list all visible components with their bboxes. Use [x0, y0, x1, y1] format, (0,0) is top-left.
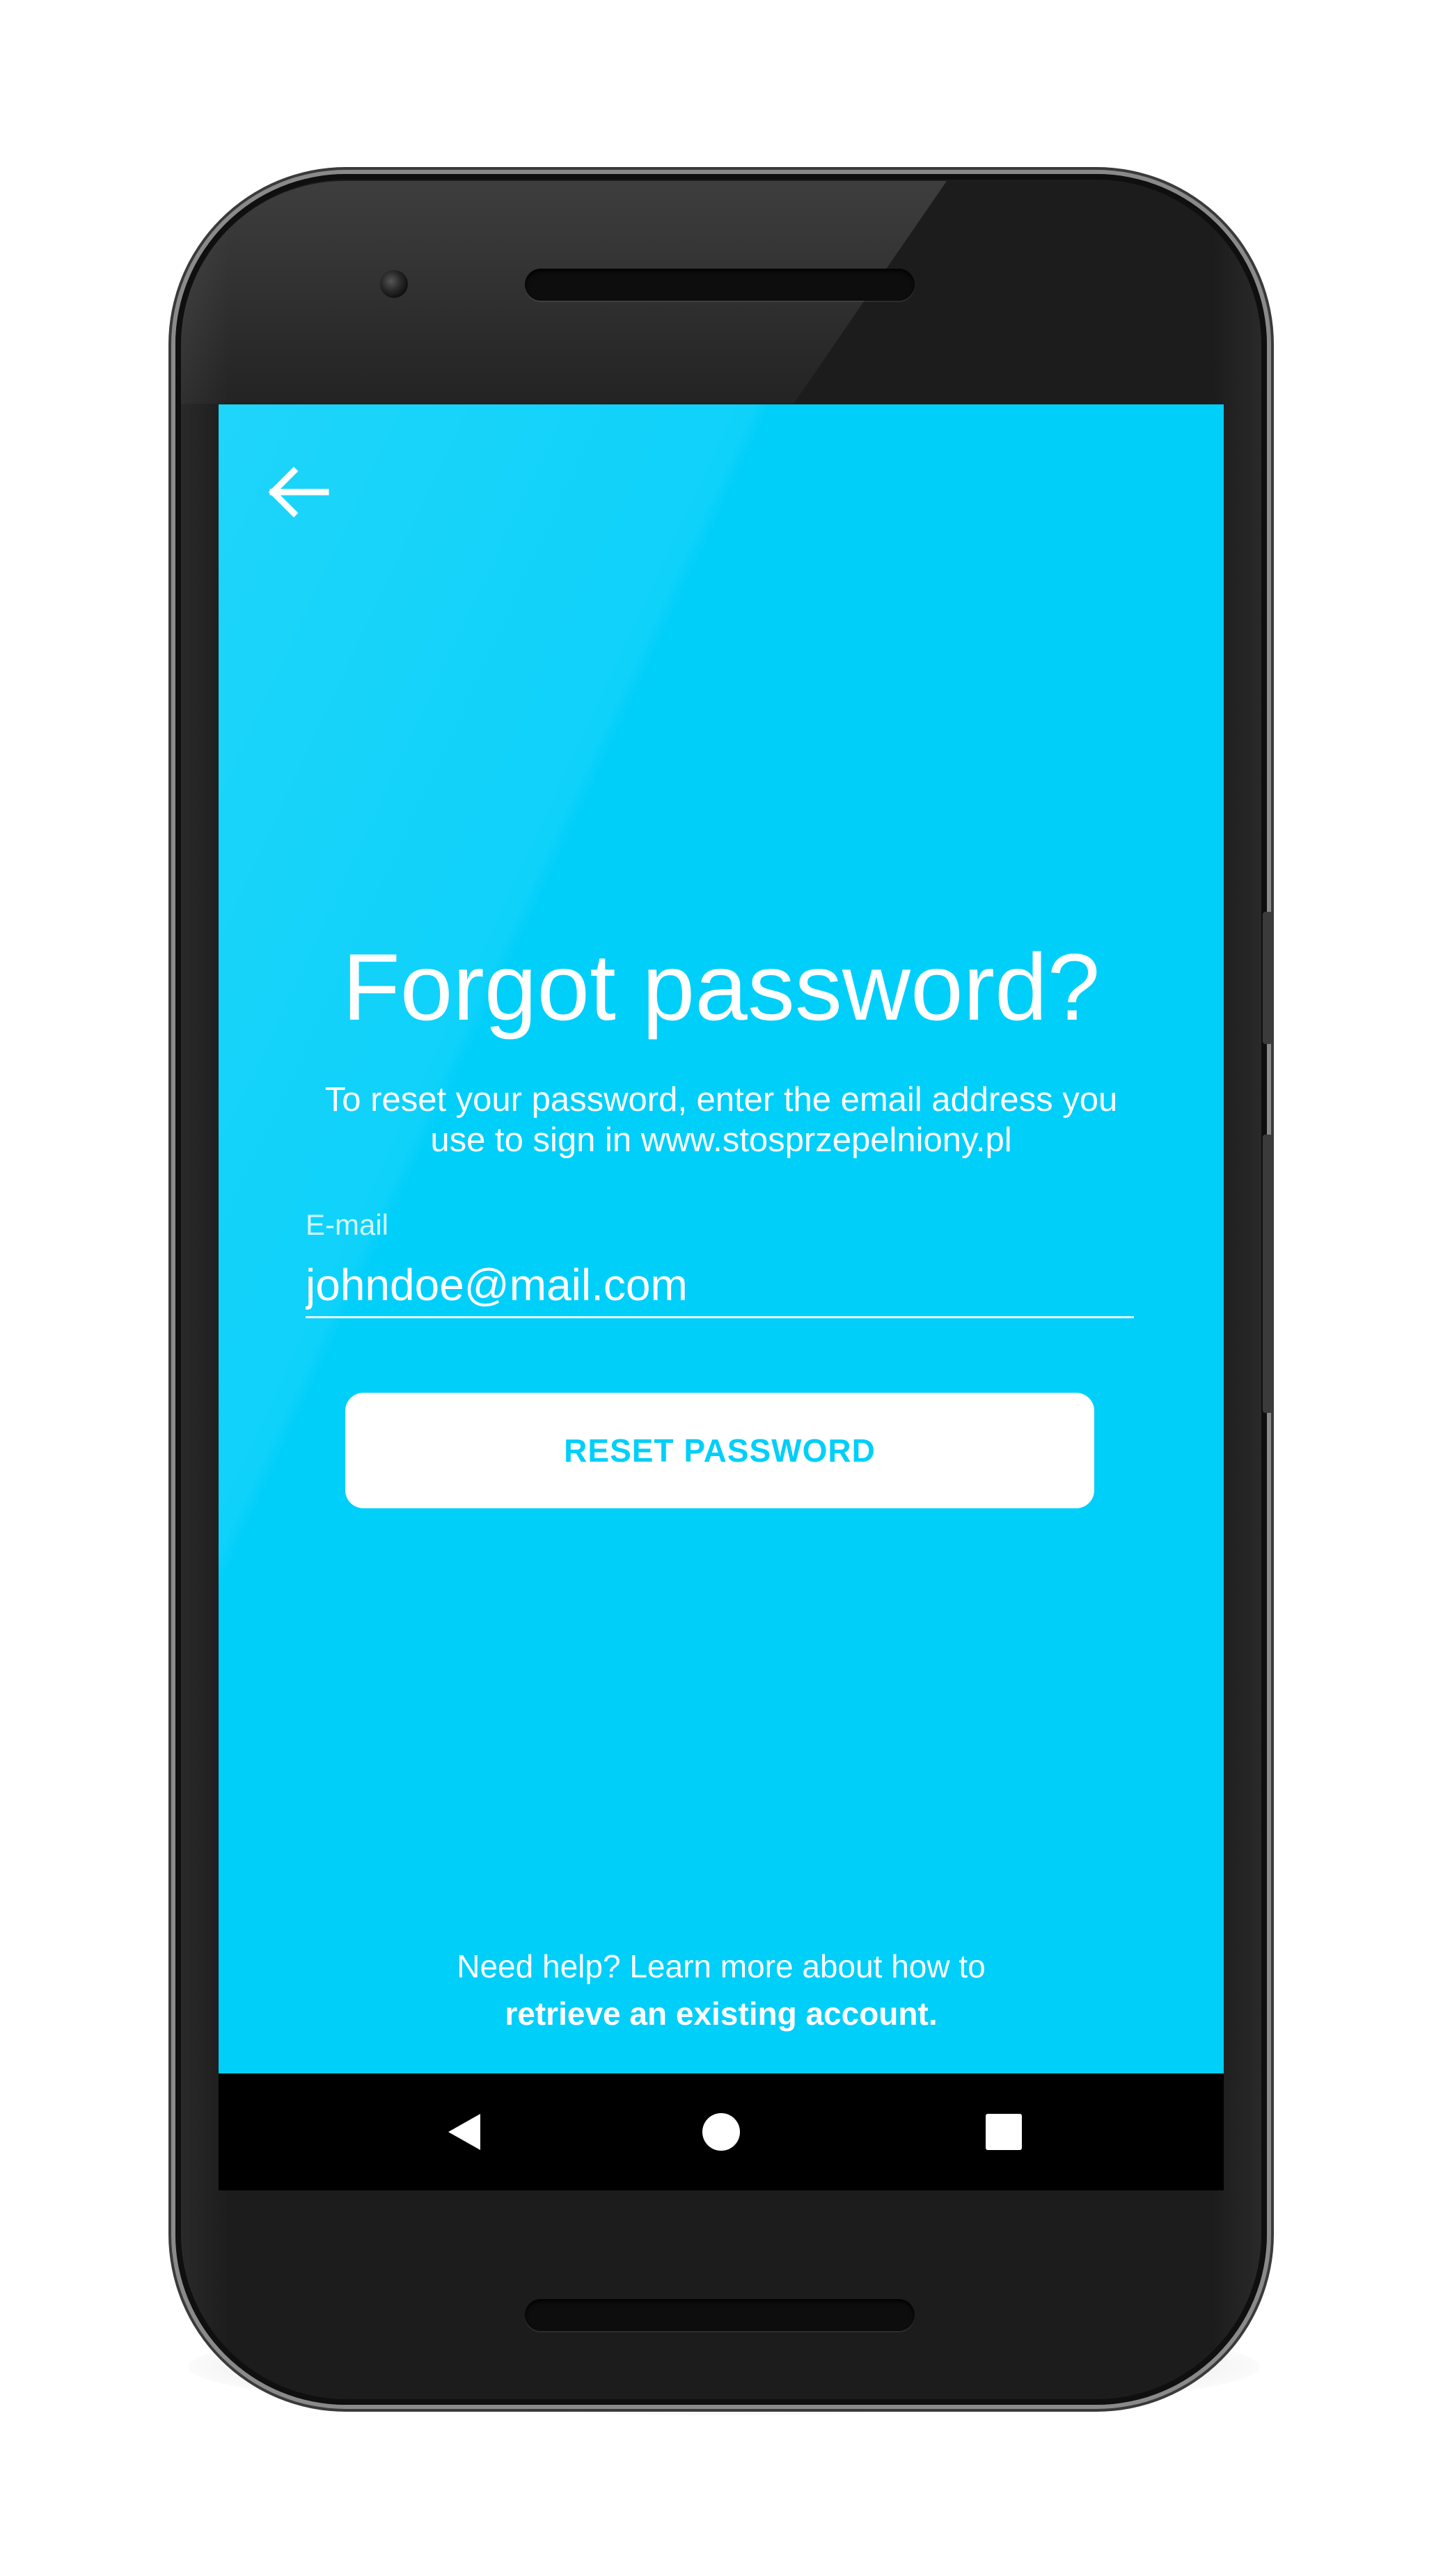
triangle-back-icon	[448, 2114, 480, 2150]
back-button[interactable]	[263, 457, 333, 527]
arrow-left-icon	[268, 466, 329, 518]
power-button	[1263, 912, 1272, 1044]
front-camera-icon	[380, 270, 408, 298]
page-title: Forgot password?	[342, 934, 1101, 1040]
top-speaker	[525, 269, 915, 301]
circle-home-icon	[702, 2113, 740, 2151]
instructions-line-2: use to sign in www.stosprzepelniony.pl	[430, 1121, 1012, 1159]
email-field[interactable]	[306, 1254, 1134, 1318]
email-field-label: E-mail	[306, 1208, 389, 1241]
nav-recents-button[interactable]	[976, 2104, 1032, 2160]
nav-home-button[interactable]	[693, 2104, 749, 2160]
help-text-line: Need help? Learn more about how to	[457, 1948, 986, 1984]
system-navigation-bar	[219, 2073, 1224, 2190]
square-recents-icon	[986, 2114, 1022, 2150]
instructions-text: To reset your password, enter the email …	[303, 1080, 1139, 1160]
retrieve-account-link[interactable]: retrieve an existing account.	[219, 1990, 1224, 2037]
bottom-speaker	[525, 2299, 915, 2331]
instructions-line-1: To reset your password, enter the email …	[324, 1081, 1118, 1119]
reset-password-button[interactable]: RESET PASSWORD	[345, 1393, 1094, 1508]
nav-back-button[interactable]	[436, 2104, 491, 2160]
help-text: Need help? Learn more about how to retri…	[219, 1943, 1224, 2037]
device-mockup: Forgot password? To reset your password,…	[0, 0, 1443, 2576]
volume-button	[1263, 1135, 1272, 1413]
forgot-password-screen: Forgot password? To reset your password,…	[219, 404, 1224, 2073]
